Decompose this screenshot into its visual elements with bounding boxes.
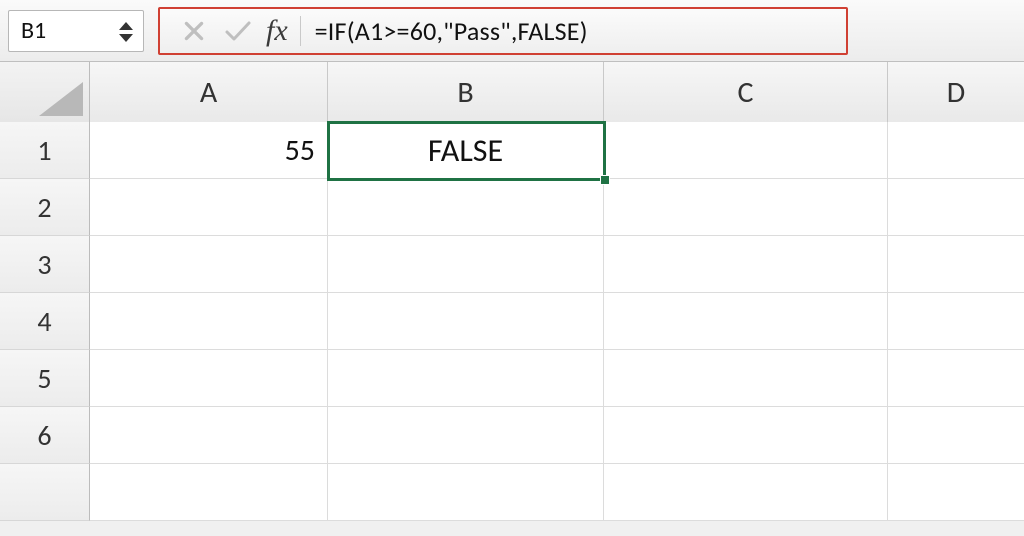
formula-bar-row: B1 fx =IF(A1>=60,"Pass",FALSE)	[0, 0, 1024, 62]
check-icon	[223, 18, 253, 44]
cell-C3[interactable]	[604, 236, 888, 293]
column-header-A[interactable]: A	[90, 62, 328, 122]
row-6: 6	[0, 407, 1024, 464]
cell-B2[interactable]	[328, 179, 604, 236]
column-header-C[interactable]: C	[604, 62, 888, 122]
column-header-B[interactable]: B	[328, 62, 604, 122]
cell-B5[interactable]	[328, 350, 604, 407]
name-box-stepper[interactable]	[115, 17, 137, 47]
cell-D7[interactable]	[888, 464, 1024, 521]
row-7	[0, 464, 1024, 521]
formula-cancel-button[interactable]	[172, 11, 216, 51]
fx-label[interactable]: fx	[260, 14, 294, 48]
close-icon	[181, 18, 207, 44]
cell-B7[interactable]	[328, 464, 604, 521]
cell-A2[interactable]	[90, 179, 328, 236]
fill-handle[interactable]	[600, 175, 610, 185]
formula-input[interactable]: =IF(A1>=60,"Pass",FALSE)	[311, 15, 828, 47]
formula-enter-button[interactable]	[216, 11, 260, 51]
name-box[interactable]: B1	[8, 10, 144, 52]
cell-A3[interactable]	[90, 236, 328, 293]
cell-D4[interactable]	[888, 293, 1024, 350]
column-headers: A B C D	[0, 62, 1024, 122]
cell-B4[interactable]	[328, 293, 604, 350]
grid-rows: 1 55 FALSE 2 3 4 5	[0, 122, 1024, 521]
cell-C7[interactable]	[604, 464, 888, 521]
cell-A1[interactable]: 55	[90, 122, 328, 179]
cell-B6[interactable]	[328, 407, 604, 464]
cell-B1[interactable]: FALSE	[328, 122, 604, 179]
cell-A6[interactable]	[90, 407, 328, 464]
cell-D2[interactable]	[888, 179, 1024, 236]
row-5: 5	[0, 350, 1024, 407]
cell-D5[interactable]	[888, 350, 1024, 407]
row-3: 3	[0, 236, 1024, 293]
row-1: 1 55 FALSE	[0, 122, 1024, 179]
cell-C4[interactable]	[604, 293, 888, 350]
row-header-7[interactable]	[0, 464, 90, 521]
row-header-5[interactable]: 5	[0, 350, 90, 407]
row-header-6[interactable]: 6	[0, 407, 90, 464]
select-all-corner[interactable]	[0, 62, 90, 122]
row-4: 4	[0, 293, 1024, 350]
cell-A4[interactable]	[90, 293, 328, 350]
name-box-value: B1	[21, 16, 46, 45]
cell-D1[interactable]	[888, 122, 1024, 179]
cell-A7[interactable]	[90, 464, 328, 521]
spreadsheet-grid: A B C D 1 55 FALSE 2 3 4	[0, 62, 1024, 521]
column-header-D[interactable]: D	[888, 62, 1024, 122]
row-header-4[interactable]: 4	[0, 293, 90, 350]
cell-D6[interactable]	[888, 407, 1024, 464]
row-header-3[interactable]: 3	[0, 236, 90, 293]
row-header-1[interactable]: 1	[0, 122, 90, 179]
row-header-2[interactable]: 2	[0, 179, 90, 236]
cell-A5[interactable]	[90, 350, 328, 407]
row-2: 2	[0, 179, 1024, 236]
cell-C6[interactable]	[604, 407, 888, 464]
cell-C2[interactable]	[604, 179, 888, 236]
chevron-up-icon	[115, 20, 137, 32]
chevron-down-icon	[115, 32, 137, 44]
cell-C5[interactable]	[604, 350, 888, 407]
cell-D3[interactable]	[888, 236, 1024, 293]
formula-separator	[300, 16, 301, 46]
cell-B3[interactable]	[328, 236, 604, 293]
formula-bar-group: fx =IF(A1>=60,"Pass",FALSE)	[158, 7, 848, 55]
cell-C1[interactable]	[604, 122, 888, 179]
